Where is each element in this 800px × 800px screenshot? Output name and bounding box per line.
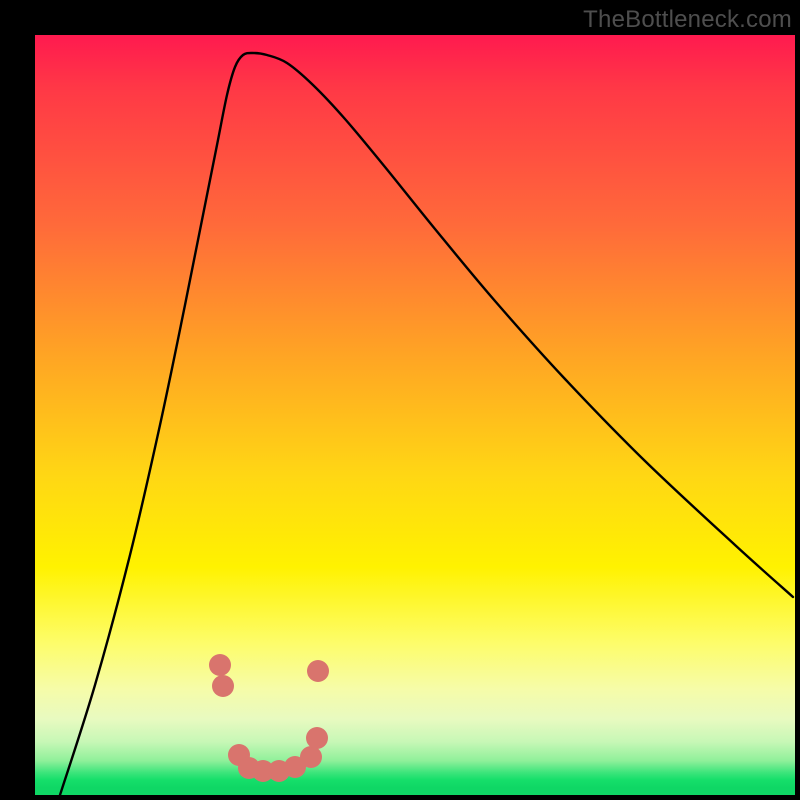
bottleneck-curve-path [60, 53, 793, 795]
highlight-dot [300, 746, 322, 768]
highlight-dot [209, 654, 231, 676]
watermark-text: TheBottleneck.com [583, 6, 792, 34]
plot-area [35, 35, 795, 795]
highlight-dot [212, 675, 234, 697]
highlight-dot [306, 727, 328, 749]
highlight-dot [307, 660, 329, 682]
chart-frame: TheBottleneck.com [0, 0, 800, 800]
curve-layer [35, 35, 795, 795]
highlight-dot-group [209, 654, 329, 782]
